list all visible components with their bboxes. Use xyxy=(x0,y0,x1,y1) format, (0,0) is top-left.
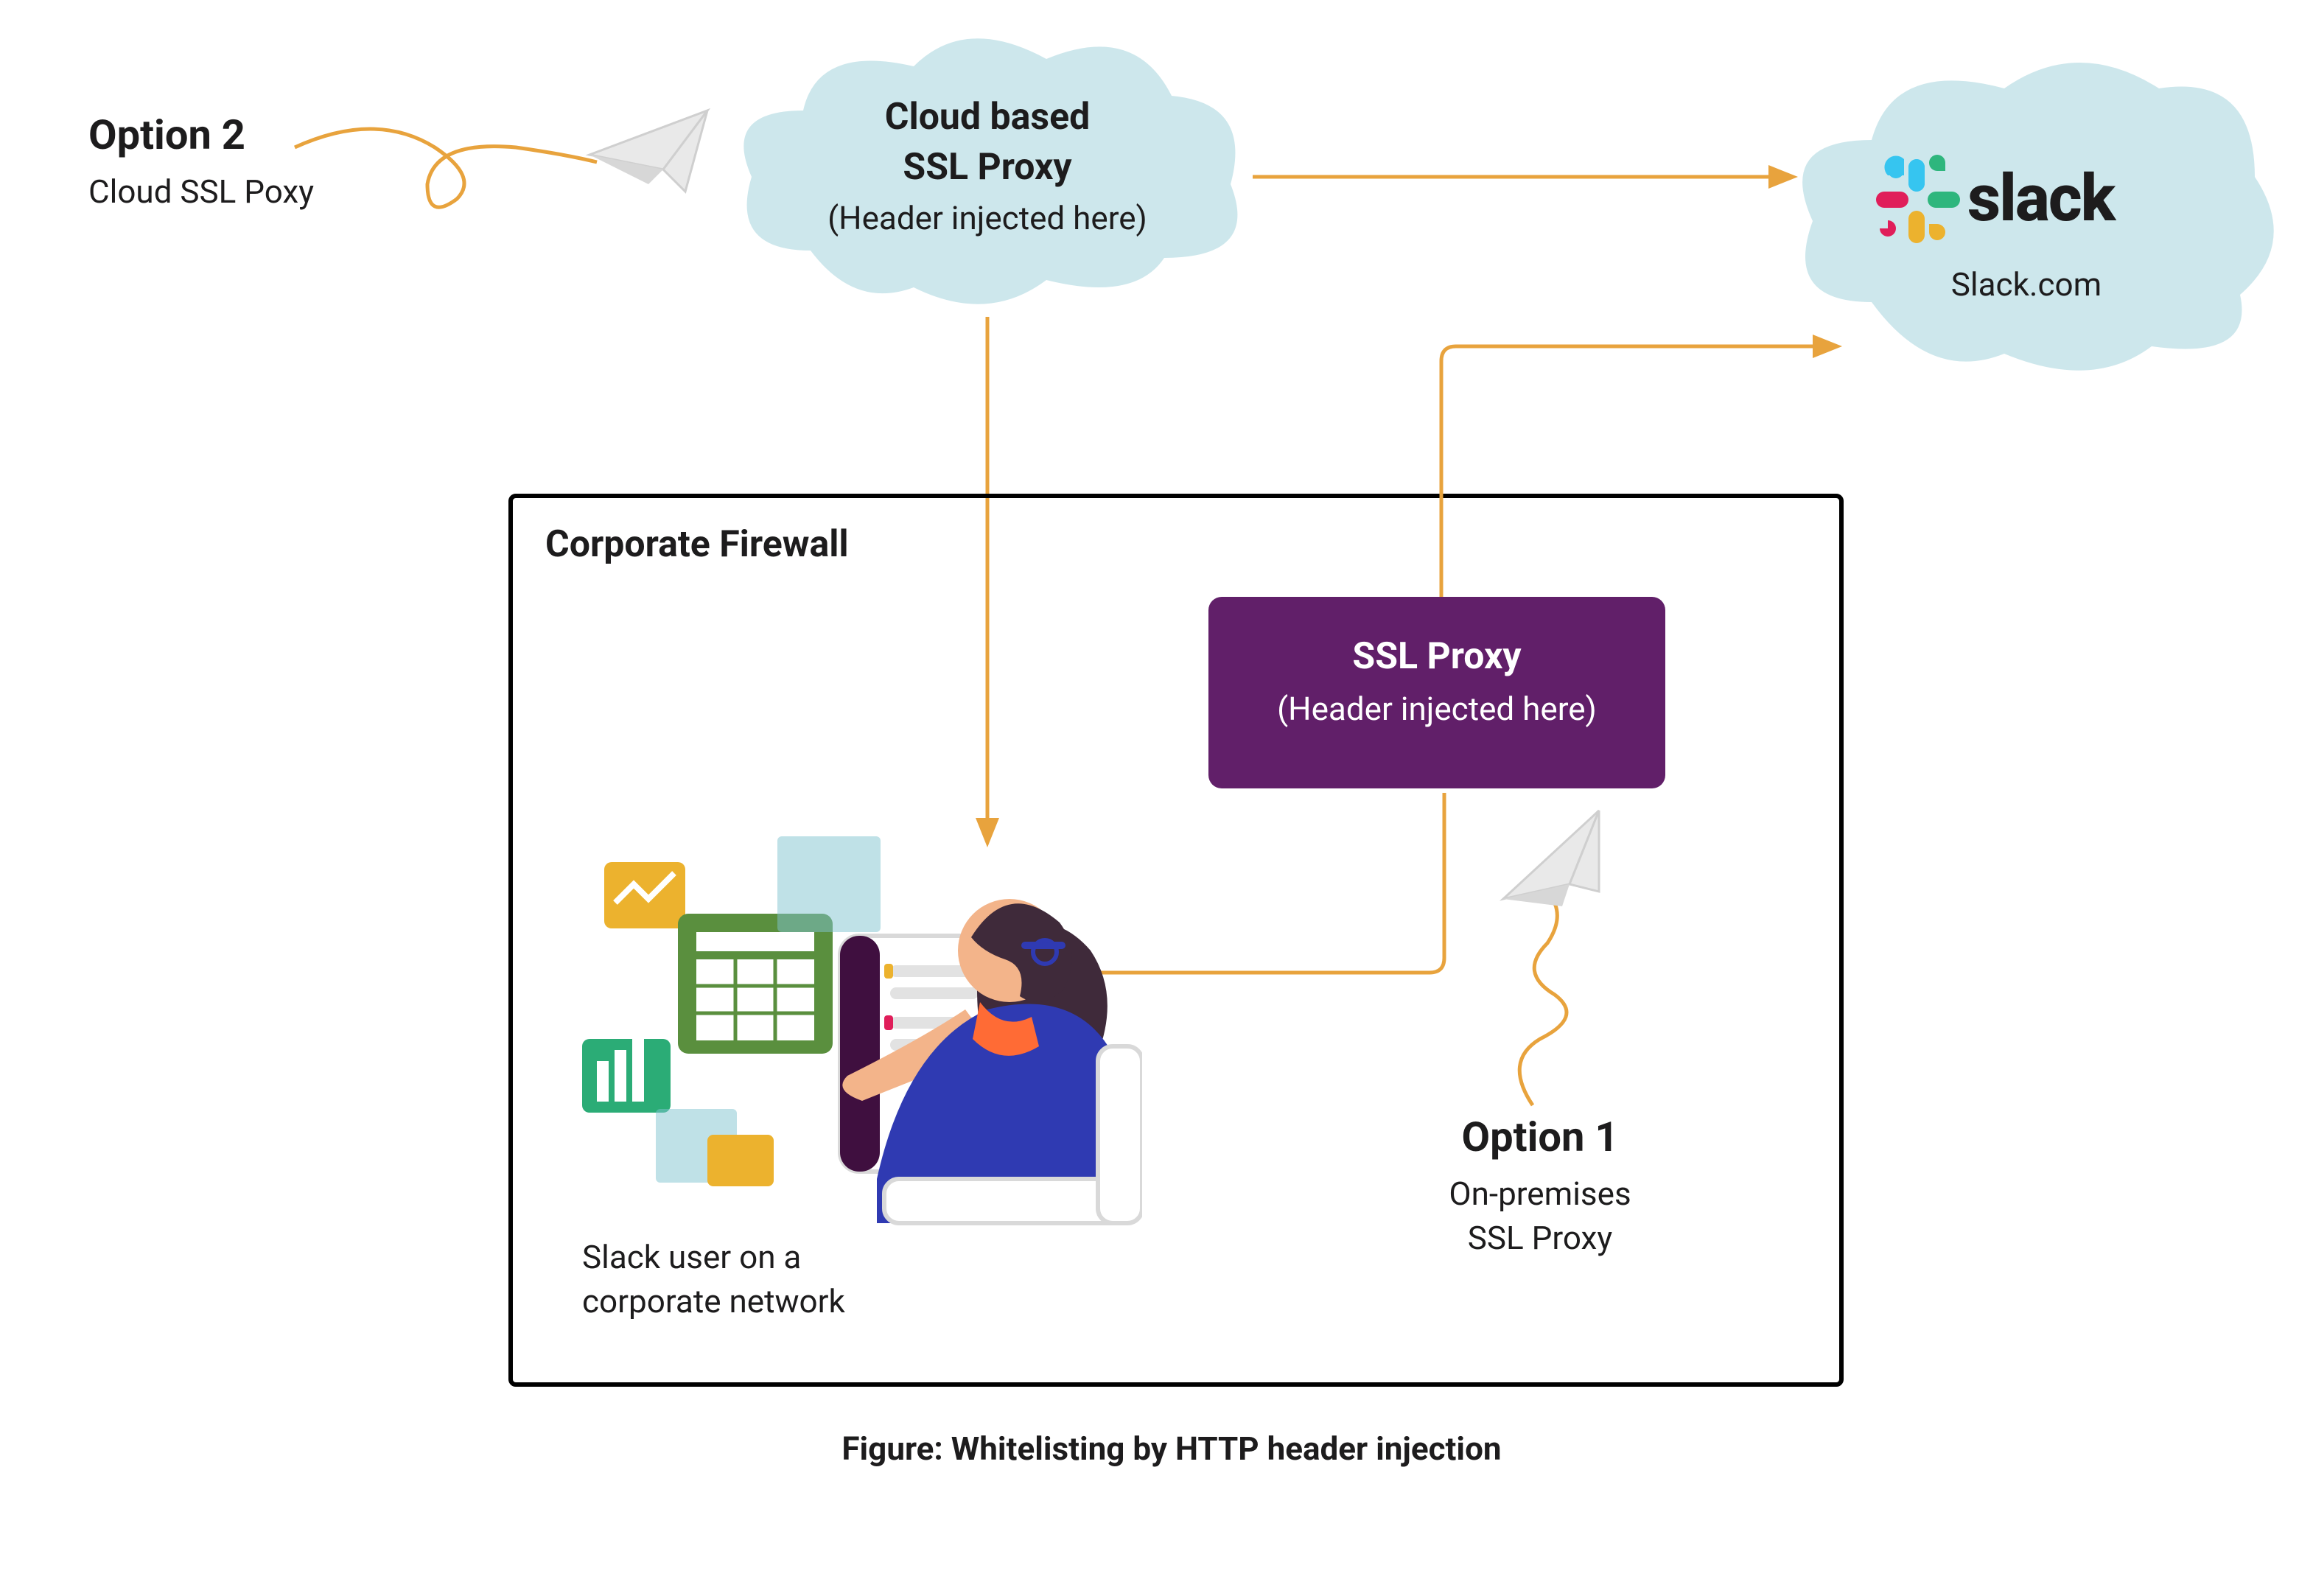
option2-title: Option 2 xyxy=(88,111,314,159)
firewall-title: Corporate Firewall xyxy=(545,523,849,566)
slack-logo-icon xyxy=(1872,155,1960,243)
arrow-cloudproxy-to-slack xyxy=(1253,155,1798,199)
cloud-proxy-labels: Cloud based SSL Proxy (Header injected h… xyxy=(796,96,1179,237)
cloud-proxy-note: (Header injected here) xyxy=(796,199,1179,237)
arrow-sslbox-to-slack xyxy=(1437,332,1850,604)
cloud-proxy-line1: Cloud based xyxy=(796,96,1179,139)
paper-plane-icon-2 xyxy=(1488,803,1614,914)
ssl-proxy-note: (Header injected here) xyxy=(1208,690,1665,728)
user-caption-line2: corporate network xyxy=(582,1282,845,1320)
figure-caption: Figure: Whitelisting by HTTP header inje… xyxy=(516,1429,1827,1468)
user-illustration xyxy=(567,766,1142,1253)
option2-subtitle: Cloud SSL Poxy xyxy=(88,172,314,211)
slack-domain-label: Slack.com xyxy=(1886,265,2166,304)
option1-title: Option 1 xyxy=(1407,1113,1673,1161)
slack-wordmark: slack xyxy=(1967,161,2114,237)
option1-squiggle xyxy=(1459,899,1606,1113)
option1-line2: SSL Proxy xyxy=(1407,1219,1673,1257)
diagram-canvas: Option 2 Cloud SSL Poxy Cloud based SSL … xyxy=(0,0,2299,1596)
option2-block: Option 2 Cloud SSL Poxy xyxy=(88,111,314,211)
ssl-proxy-box: SSL Proxy (Header injected here) xyxy=(1208,597,1665,788)
user-caption-line1: Slack user on a xyxy=(582,1238,845,1276)
user-caption: Slack user on a corporate network xyxy=(582,1238,845,1320)
cloud-proxy-line2: SSL Proxy xyxy=(796,146,1179,189)
option1-line1: On-premises xyxy=(1407,1175,1673,1213)
option1-block: Option 1 On-premises SSL Proxy xyxy=(1407,1113,1673,1257)
ssl-proxy-title: SSL Proxy xyxy=(1208,635,1665,678)
paper-plane-icon xyxy=(582,103,715,206)
